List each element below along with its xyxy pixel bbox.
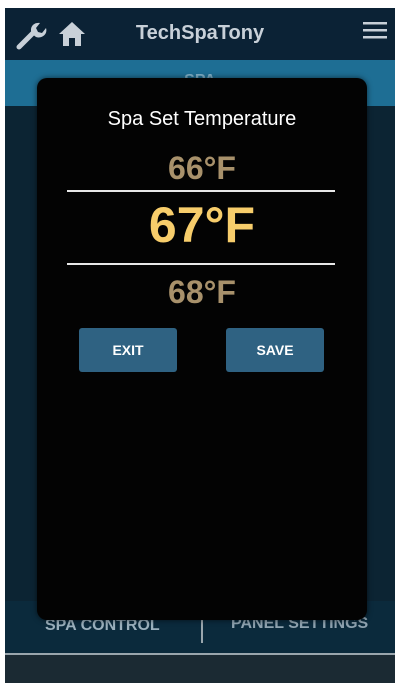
picker-divider-top <box>67 190 335 192</box>
dialog-title: Spa Set Temperature <box>107 108 297 130</box>
hamburger-menu-icon[interactable] <box>363 20 387 45</box>
exit-button[interactable]: EXIT <box>79 328 177 372</box>
footer-strip <box>5 655 395 683</box>
save-button[interactable]: SAVE <box>226 328 324 372</box>
set-temperature-dialog: Spa Set Temperature 66°F 67°F 68°F EXIT … <box>37 78 367 620</box>
temp-option-higher[interactable]: 68°F <box>37 274 367 311</box>
app-header: TechSpaTony <box>5 8 395 60</box>
picker-divider-bottom <box>67 263 335 265</box>
temp-option-selected[interactable]: 67°F <box>37 196 367 254</box>
app-title: TechSpaTony <box>135 22 265 44</box>
temp-option-lower[interactable]: 66°F <box>37 150 367 187</box>
app-screen: TechSpaTony SPA SPA CONTROL PANEL SETTIN… <box>5 8 395 683</box>
